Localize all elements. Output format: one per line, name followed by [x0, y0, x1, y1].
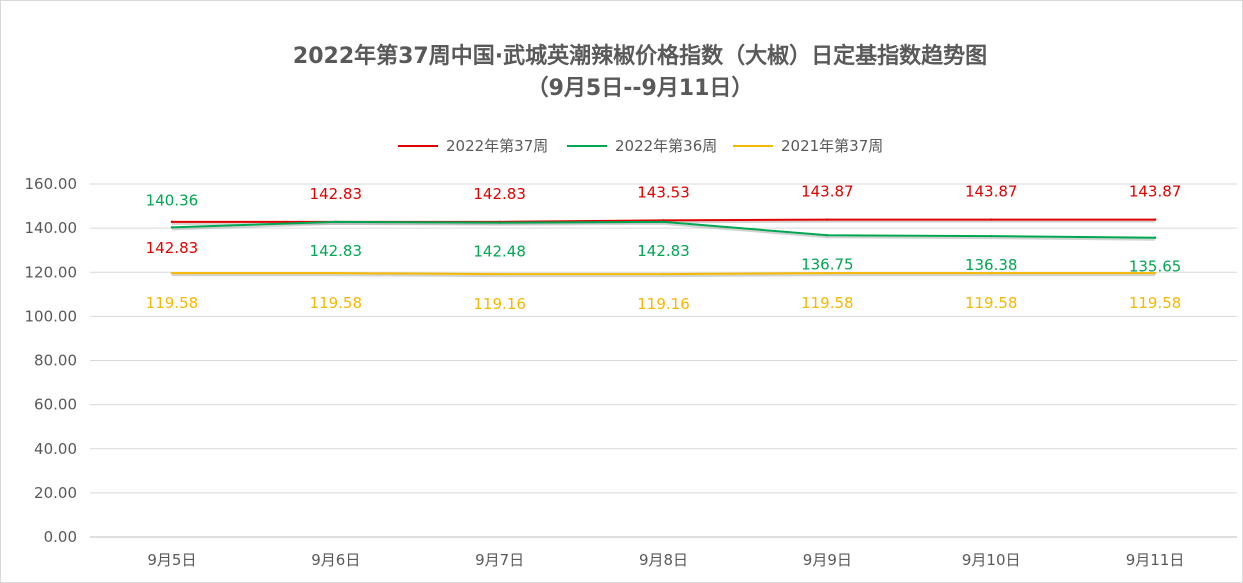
data-label: 143.87 [965, 183, 1018, 201]
data-label: 135.65 [1129, 258, 1182, 276]
y-tick-label: 140.00 [25, 219, 78, 237]
x-tick-label: 9月8日 [639, 551, 688, 569]
data-label: 140.36 [146, 191, 199, 209]
data-label: 142.83 [310, 242, 363, 260]
data-label: 143.87 [1129, 183, 1182, 201]
series-line-shadow [171, 222, 1156, 241]
data-labels: 142.83 142.83 142.83 143.53 143.87 143.87 143.… [146, 183, 1182, 314]
y-tick-label: 60.00 [34, 396, 77, 414]
x-tick-label: 9月6日 [311, 551, 360, 569]
data-point [334, 271, 337, 275]
y-tick-label: 0.00 [44, 528, 77, 546]
data-label: 119.58 [1129, 294, 1182, 312]
x-tick-label: 9月9日 [803, 551, 852, 569]
x-tick-label: 9月11日 [1126, 551, 1185, 569]
data-label: 119.16 [473, 295, 526, 313]
data-point [334, 220, 337, 224]
data-point [662, 220, 665, 224]
data-point [826, 218, 829, 221]
data-label: 119.58 [965, 294, 1018, 312]
data-label: 136.38 [965, 256, 1018, 274]
y-tick-label: 160.00 [25, 175, 78, 193]
data-point [990, 218, 993, 221]
data-point [1153, 218, 1157, 221]
chart-legend: 2022年第37周 2022年第36周 2021年第37周 [398, 137, 883, 155]
y-tick-label: 40.00 [34, 440, 77, 458]
y-tick-label: 120.00 [25, 263, 78, 281]
data-label: 119.16 [637, 295, 690, 313]
data-label: 143.53 [637, 183, 690, 201]
data-point [1153, 236, 1157, 239]
data-label: 142.48 [473, 243, 526, 261]
chart-subtitle: （9月5日--9月11日） [527, 76, 754, 101]
y-tick-label: 20.00 [34, 484, 77, 502]
x-tick-label: 9月7日 [475, 551, 524, 569]
data-label: 142.83 [637, 242, 690, 260]
series-line-shadow [171, 274, 1156, 278]
data-label: 119.58 [310, 294, 363, 312]
data-point [170, 271, 174, 275]
data-point [826, 234, 829, 237]
data-label: 136.75 [801, 255, 854, 273]
y-tick-label: 80.00 [34, 352, 77, 370]
legend-label: 2021年第37周 [781, 137, 883, 155]
legend-label: 2022年第36周 [615, 137, 717, 155]
x-axis: 9月5日 9月6日 9月7日 9月8日 9月9日 9月10日 9月11日 [147, 551, 1184, 569]
data-label: 142.83 [310, 185, 363, 203]
data-point [498, 221, 501, 224]
legend-label: 2022年第37周 [446, 137, 548, 155]
data-point [990, 234, 993, 238]
chart-title: 2022年第37周中国·武城英潮辣椒价格指数（大椒）日定基指数趋势图 [293, 43, 987, 69]
data-label: 119.58 [801, 294, 854, 312]
data-label: 142.83 [473, 185, 526, 203]
line-chart: 2022年第37周中国·武城英潮辣椒价格指数（大椒）日定基指数趋势图 （9月5日… [25, 43, 1237, 569]
data-label: 142.83 [146, 239, 199, 257]
data-point [498, 272, 501, 276]
data-point [170, 226, 174, 229]
x-tick-label: 9月5日 [147, 551, 196, 569]
y-axis: 0.00 20.00 40.00 60.00 80.00 100.00 120.00 140.… [25, 175, 78, 546]
data-label: 119.58 [146, 294, 199, 312]
data-point [662, 272, 665, 276]
data-point [170, 220, 174, 224]
x-tick-label: 9月10日 [962, 551, 1021, 569]
y-tick-label: 100.00 [25, 307, 78, 325]
data-label: 143.87 [801, 183, 854, 201]
